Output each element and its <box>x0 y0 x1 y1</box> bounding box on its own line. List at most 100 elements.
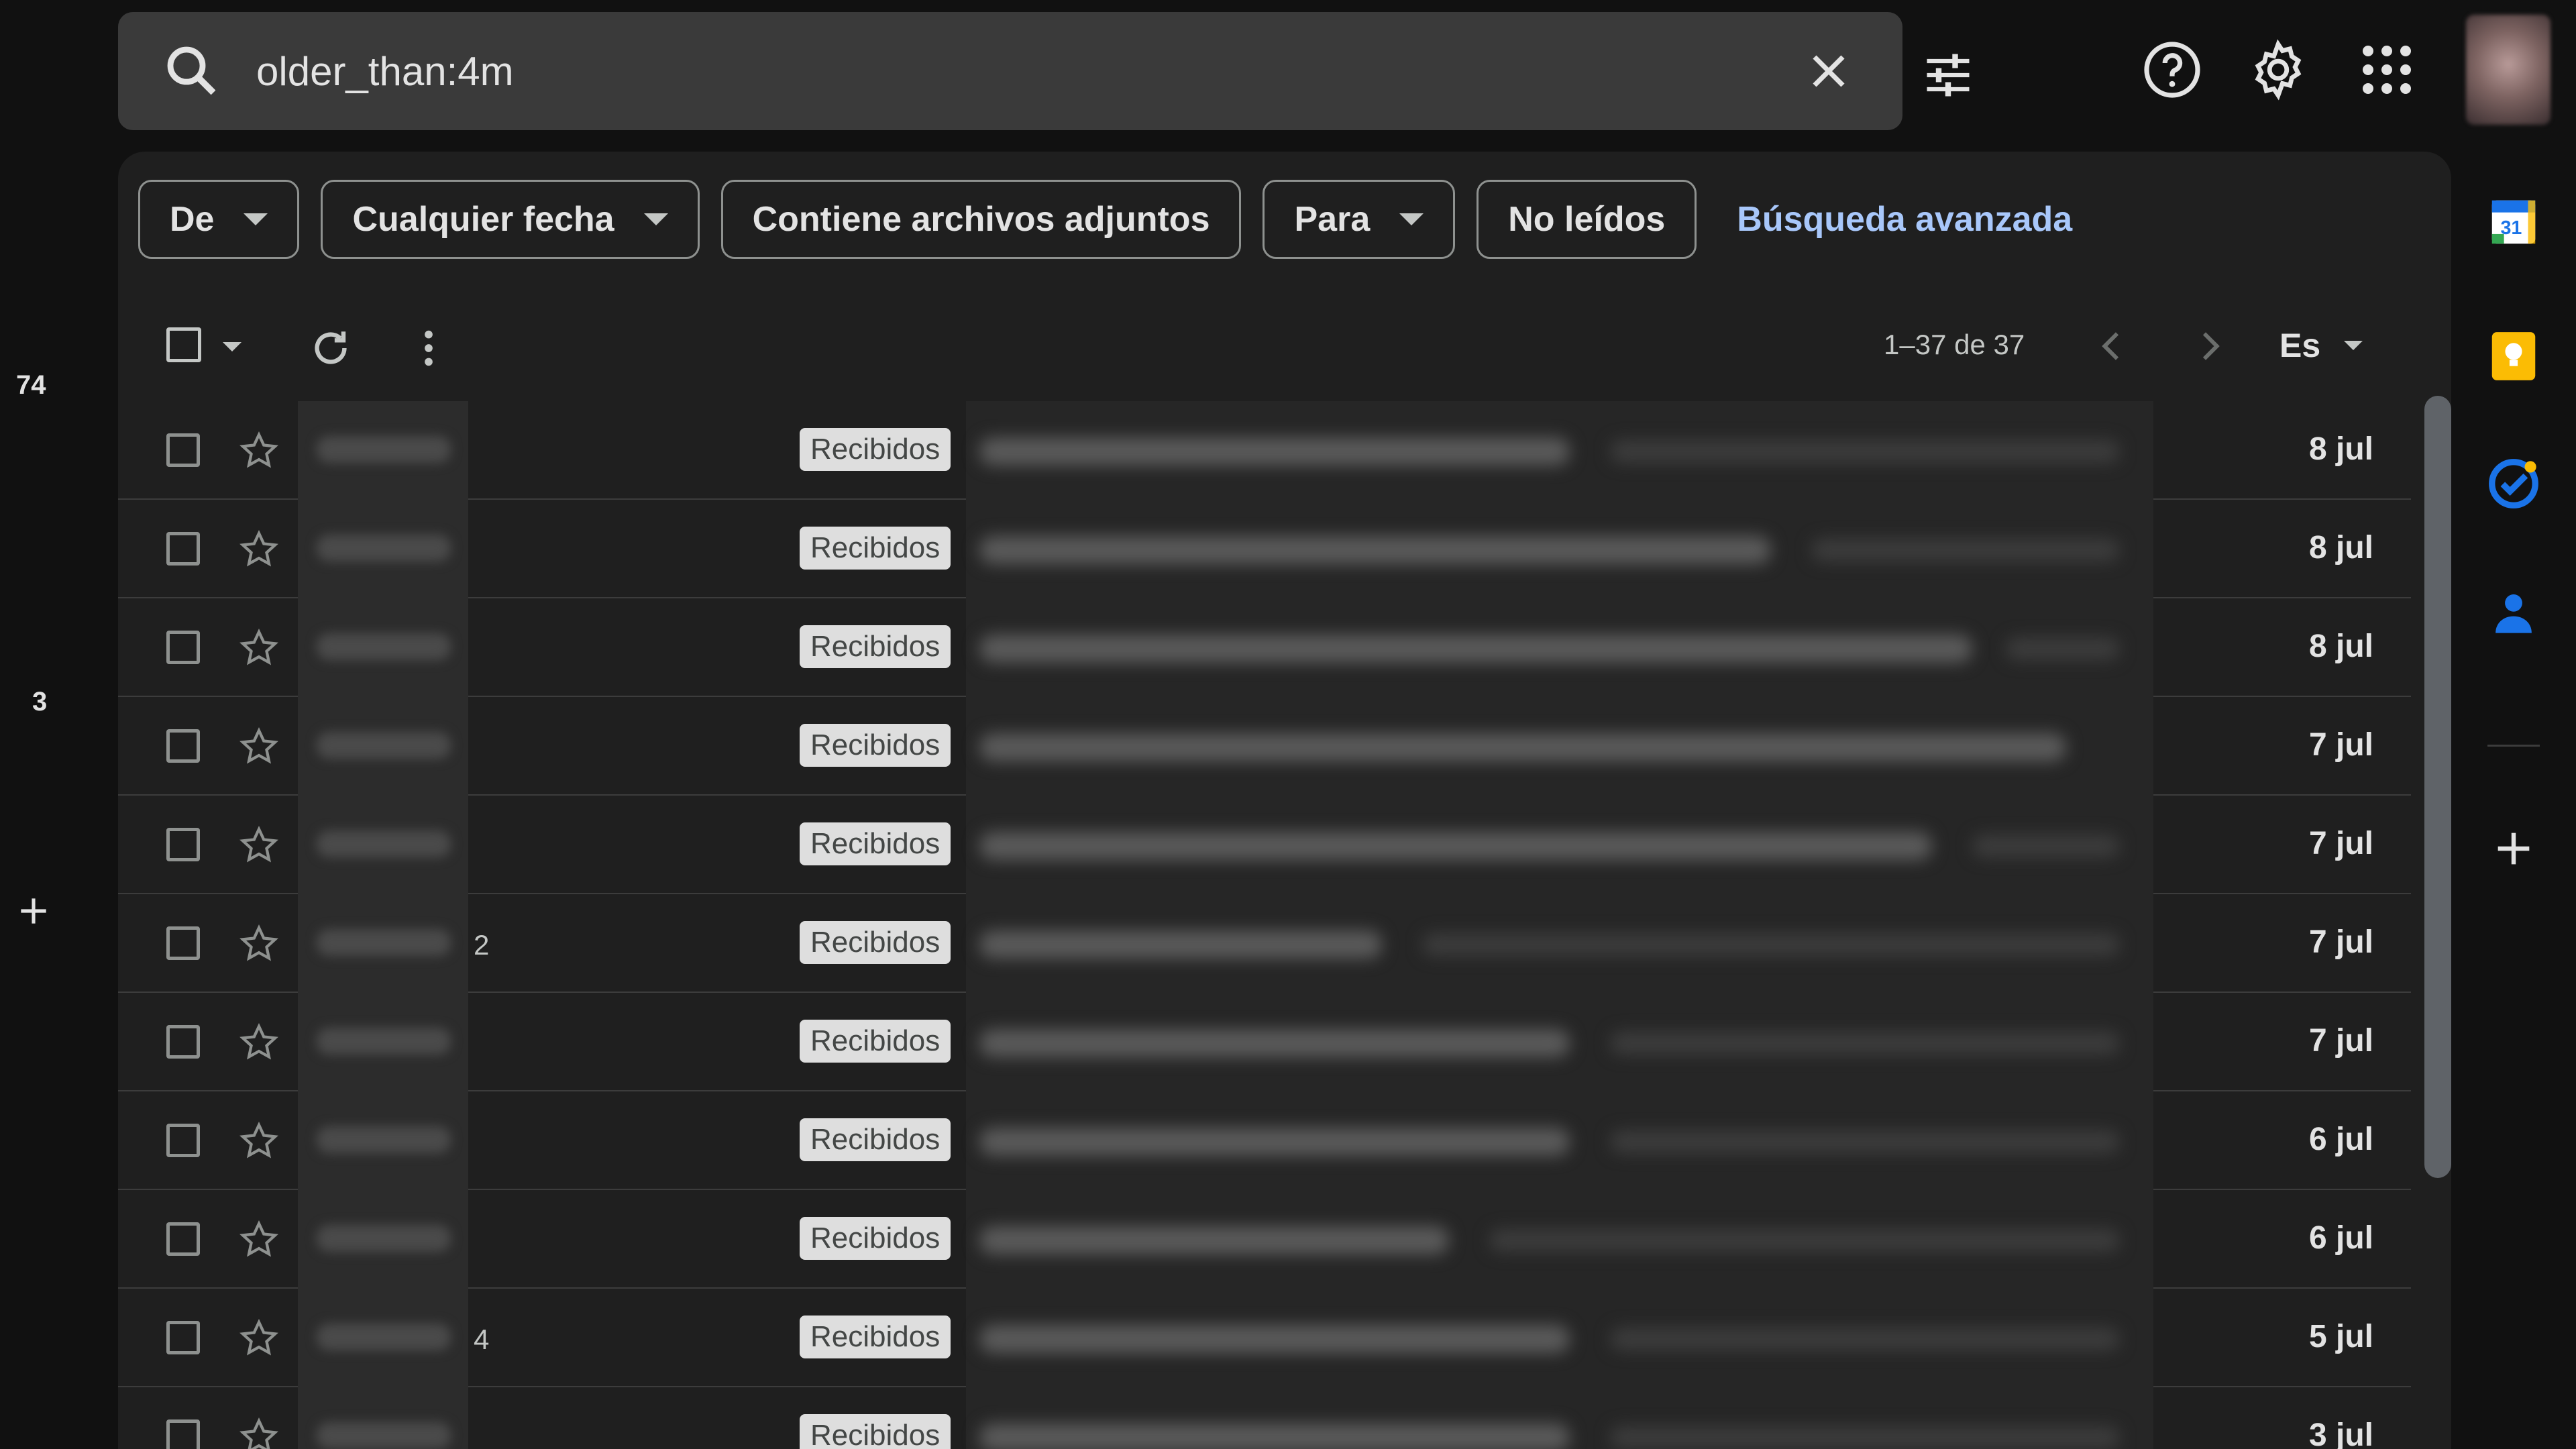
star-icon[interactable] <box>237 429 280 472</box>
apps-grid-icon[interactable] <box>2355 38 2419 102</box>
label-chip[interactable]: Recibidos <box>800 1118 951 1161</box>
table-row[interactable]: 4 Recibidos 5 jul <box>118 1289 2411 1387</box>
contacts-icon[interactable] <box>2485 585 2542 643</box>
email-date: 8 jul <box>2308 431 2373 467</box>
table-row[interactable]: Recibidos 7 jul <box>118 697 2411 796</box>
label-chip[interactable]: Recibidos <box>800 428 951 471</box>
row-checkbox[interactable] <box>166 828 200 861</box>
sender-redacted <box>298 500 468 598</box>
select-all-checkbox[interactable] <box>166 327 201 362</box>
subject-redacted <box>966 1091 2153 1190</box>
star-icon[interactable] <box>237 1218 280 1261</box>
star-icon[interactable] <box>237 627 280 669</box>
table-row[interactable]: Recibidos 3 jul <box>118 1387 2411 1449</box>
sender-redacted <box>298 1190 468 1289</box>
row-checkbox[interactable] <box>166 926 200 960</box>
select-dropdown-icon[interactable] <box>223 342 241 352</box>
label-chip[interactable]: Recibidos <box>800 921 951 964</box>
email-date: 7 jul <box>2308 924 2373 960</box>
add-label-icon[interactable] <box>15 892 52 930</box>
search-options-icon[interactable] <box>1920 47 1976 103</box>
chevron-left-icon[interactable] <box>2090 325 2133 368</box>
label-chip[interactable]: Recibidos <box>800 1020 951 1063</box>
row-checkbox[interactable] <box>166 631 200 664</box>
calendar-icon[interactable]: 31 <box>2485 193 2542 251</box>
star-icon[interactable] <box>237 528 280 571</box>
table-row[interactable]: Recibidos 8 jul <box>118 401 2411 500</box>
thread-count: 4 <box>474 1324 490 1355</box>
star-icon[interactable] <box>237 725 280 768</box>
gear-icon[interactable] <box>2246 38 2310 102</box>
star-icon[interactable] <box>237 1120 280 1163</box>
label-chip[interactable]: Recibidos <box>800 1316 951 1358</box>
subject-redacted <box>966 894 2153 993</box>
list-toolbar: 1–37 de 37 Es <box>118 299 2451 400</box>
clear-search-icon[interactable] <box>1805 47 1853 95</box>
label-chip[interactable]: Recibidos <box>800 625 951 668</box>
row-checkbox[interactable] <box>166 532 200 566</box>
input-tools-button[interactable]: Es <box>2279 326 2320 365</box>
chevron-down-icon[interactable] <box>2344 341 2363 350</box>
label-chip[interactable]: Recibidos <box>800 724 951 767</box>
row-checkbox[interactable] <box>166 1419 200 1449</box>
star-icon[interactable] <box>237 824 280 867</box>
subject-redacted <box>966 993 2153 1091</box>
star-icon[interactable] <box>237 1415 280 1449</box>
refresh-icon[interactable] <box>307 325 354 372</box>
search-bar <box>118 12 1970 130</box>
sender-redacted <box>298 401 468 500</box>
main-panel: De Cualquier fecha Contiene archivos adj… <box>118 152 2451 1449</box>
chip-any-date[interactable]: Cualquier fecha <box>321 180 700 259</box>
email-date: 6 jul <box>2308 1220 2373 1256</box>
scrollbar-thumb[interactable] <box>2424 396 2451 1178</box>
search-input[interactable] <box>256 39 1732 103</box>
subject-redacted <box>966 500 2153 598</box>
advanced-search-link[interactable]: Búsqueda avanzada <box>1737 199 2072 239</box>
table-row[interactable]: Recibidos 8 jul <box>118 598 2411 697</box>
label-chip[interactable]: Recibidos <box>800 1414 951 1449</box>
star-icon[interactable] <box>237 922 280 965</box>
chip-label: No leídos <box>1508 200 1666 239</box>
chip-from[interactable]: De <box>138 180 300 259</box>
chip-unread[interactable]: No leídos <box>1477 180 1697 259</box>
table-row[interactable]: Recibidos 7 jul <box>118 993 2411 1091</box>
label-chip[interactable]: Recibidos <box>800 1217 951 1260</box>
chevron-right-icon[interactable] <box>2188 325 2231 368</box>
chip-to[interactable]: Para <box>1263 180 1456 259</box>
more-vert-icon[interactable] <box>405 325 452 372</box>
email-date: 5 jul <box>2308 1319 2373 1354</box>
search-icon[interactable] <box>160 39 224 103</box>
label-chip[interactable]: Recibidos <box>800 527 951 570</box>
help-icon[interactable] <box>2140 38 2204 102</box>
row-checkbox[interactable] <box>166 1321 200 1354</box>
sender-redacted <box>298 1289 468 1387</box>
chip-label: Para <box>1294 200 1371 239</box>
avatar[interactable] <box>2466 15 2551 125</box>
table-row[interactable]: Recibidos 6 jul <box>118 1091 2411 1190</box>
row-checkbox[interactable] <box>166 729 200 763</box>
chip-label: Cualquier fecha <box>352 200 614 239</box>
table-row[interactable]: 2 Recibidos 7 jul <box>118 894 2411 993</box>
calendar-day: 31 <box>2500 217 2522 239</box>
pagination-range: 1–37 de 37 <box>1884 329 2025 360</box>
subject-redacted <box>966 1387 2153 1449</box>
email-date: 7 jul <box>2308 1023 2373 1059</box>
table-row[interactable]: Recibidos 7 jul <box>118 796 2411 894</box>
chip-label: De <box>170 200 215 239</box>
tasks-icon[interactable] <box>2485 455 2542 513</box>
email-date: 7 jul <box>2308 826 2373 861</box>
star-icon[interactable] <box>237 1021 280 1064</box>
table-row[interactable]: Recibidos 6 jul <box>118 1190 2411 1289</box>
keep-icon[interactable] <box>2485 327 2542 385</box>
sender-redacted <box>298 1387 468 1449</box>
row-checkbox[interactable] <box>166 433 200 467</box>
row-checkbox[interactable] <box>166 1124 200 1157</box>
table-row[interactable]: Recibidos 8 jul <box>118 500 2411 598</box>
star-icon[interactable] <box>237 1317 280 1360</box>
subject-redacted <box>966 1190 2153 1289</box>
row-checkbox[interactable] <box>166 1222 200 1256</box>
add-icon[interactable] <box>2490 825 2537 872</box>
chip-has-attachment[interactable]: Contiene archivos adjuntos <box>720 180 1242 259</box>
row-checkbox[interactable] <box>166 1025 200 1059</box>
label-chip[interactable]: Recibidos <box>800 822 951 865</box>
